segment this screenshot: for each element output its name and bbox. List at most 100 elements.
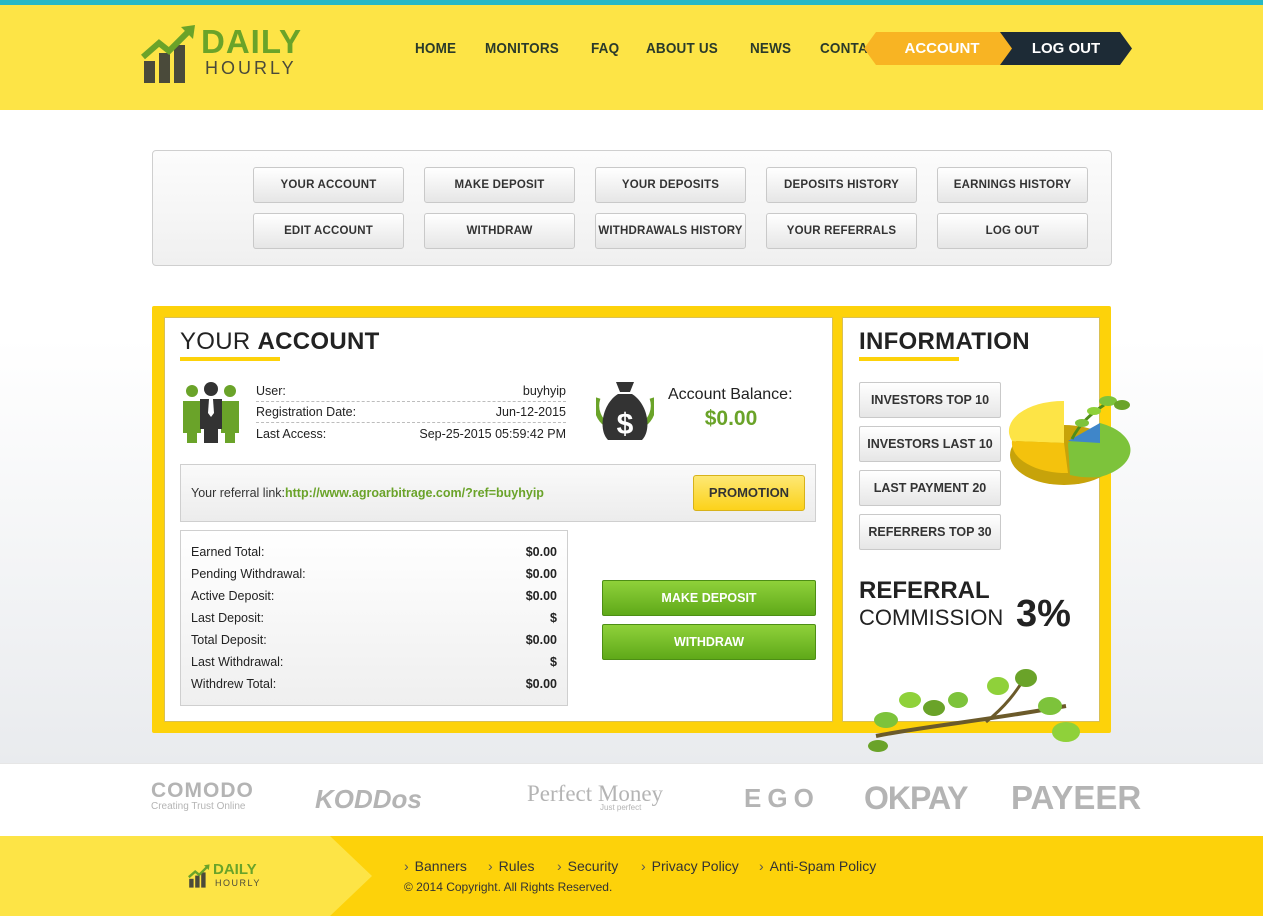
menu-earnings-history-button[interactable]: EARNINGS HISTORY [937,167,1088,203]
chevron-right-icon: › [557,858,562,874]
stat-row: Last Withdrawal: $ [191,655,557,669]
referral-label: Your referral link: [191,486,286,500]
money-bag-icon: $ [596,382,654,441]
main-nav: HOME MONITORS FAQ ABOUT US NEWS CONTACT [415,40,918,57]
account-button[interactable]: ACCOUNT [864,32,1014,65]
comodo-logo: COMODO [151,779,254,802]
footer-link-label: Banners [414,858,467,874]
stat-value: $ [550,655,557,669]
footer-link-label: Rules [498,858,535,874]
last-access-row: Last Access: Sep-25-2015 05:59:42 PM [256,427,566,445]
footer-link-label: Security [567,858,619,874]
logo-text-hourly: HOURLY [205,58,297,78]
referral-link[interactable]: http://www.agroarbitrage.com/?ref=buyhyi… [285,486,544,500]
stat-row: Total Deposit: $0.00 [191,633,557,647]
title-bold: ACCOUNT [257,328,380,355]
menu-make-deposit-button[interactable]: MAKE DEPOSIT [424,167,575,203]
egopay-logo: EGO [744,783,820,813]
footer-logo-hourly: HOURLY [215,878,261,888]
nav-about-us[interactable]: ABOUT US [646,40,718,57]
user-row: User: buyhyip [256,384,566,402]
registration-value: Jun-12-2015 [495,405,566,419]
withdraw-button[interactable]: WITHDRAW [602,624,816,660]
logo-text-daily: DAILY [201,23,302,60]
user-label: User: [256,384,286,398]
stat-label: Last Deposit: [191,611,264,625]
menu-withdrawals-history-button[interactable]: WITHDRAWALS HISTORY [595,213,746,249]
pie-chart-leaves-icon [1008,396,1131,485]
footer-link-rules[interactable]: › Rules [488,858,534,874]
header-logout-button[interactable]: LOG OUT [1000,32,1132,65]
promotion-button[interactable]: PROMOTION [693,475,805,511]
menu-withdraw-button[interactable]: WITHDRAW [424,213,575,249]
menu-your-referrals-button[interactable]: YOUR REFERRALS [766,213,917,249]
user-value: buyhyip [522,384,566,398]
koddos-logo: KODDos [315,784,422,814]
footer-logo-area [0,836,372,916]
perfect-money-tagline: Just perfect [600,803,642,812]
chart-logo-icon [141,25,195,83]
stat-label: Pending Withdrawal: [191,567,306,581]
chevron-right-icon: › [759,858,764,874]
last-access-label: Last Access: [256,427,327,441]
comodo-tagline: Creating Trust Online [151,801,246,812]
copyright: © 2014 Copyright. All Rights Reserved. [404,880,613,894]
make-deposit-button[interactable]: MAKE DEPOSIT [602,580,816,616]
stat-value: $ [550,611,557,625]
stat-row: Active Deposit: $0.00 [191,589,557,603]
stat-row: Pending Withdrawal: $0.00 [191,567,557,581]
nav-home[interactable]: HOME [415,40,456,57]
footer-chart-logo-icon [188,864,210,888]
last-payment-20-button[interactable]: LAST PAYMENT 20 [859,470,1001,506]
stat-label: Total Deposit: [191,633,267,647]
referrers-top-30-button[interactable]: REFERRERS TOP 30 [859,514,1001,550]
stat-row: Earned Total: $0.00 [191,545,557,559]
balance-value: $0.00 [704,407,758,430]
commission-label: COMMISSION [859,605,1004,630]
stat-value: $0.00 [525,633,557,647]
balance-label: Account Balance: [668,386,793,403]
stat-label: Earned Total: [191,545,265,559]
svg-text:$: $ [617,408,634,441]
information-title: INFORMATION [859,328,1030,355]
title-light: YOUR [180,328,251,355]
menu-your-account-button[interactable]: YOUR ACCOUNT [253,167,404,203]
footer-link-banners[interactable]: › Banners [404,858,467,874]
registration-label: Registration Date: [256,405,357,419]
nav-faq[interactable]: FAQ [591,40,619,57]
perfect-money-logo: Perfect Money [527,781,664,806]
investors-top-10-button[interactable]: INVESTORS TOP 10 [859,382,1001,418]
users-icon [183,382,239,443]
stat-row: Withdrew Total: $0.00 [191,677,557,691]
investors-last-10-button[interactable]: INVESTORS LAST 10 [859,426,1001,462]
title-underline [180,357,280,361]
menu-deposits-history-button[interactable]: DEPOSITS HISTORY [766,167,917,203]
referral-title: REFERRAL [859,577,990,604]
information-underline [859,357,959,361]
okpay-logo: OKPAY [864,780,968,816]
menu-your-deposits-button[interactable]: YOUR DEPOSITS [595,167,746,203]
stat-value: $0.00 [525,567,557,581]
your-account-title: YOUR ACCOUNT [180,328,380,356]
footer-logo-daily: DAILY [213,861,257,878]
leaves-decoration-icon [868,669,1080,752]
payeer-logo: PAYEER [1011,779,1142,816]
footer-link-security[interactable]: › Security [557,858,618,874]
footer-link-label: Anti-Spam Policy [769,858,877,874]
footer-link-anti-spam-policy[interactable]: › Anti-Spam Policy [759,858,876,874]
stat-label: Last Withdrawal: [191,655,284,669]
stat-label: Withdrew Total: [191,677,277,691]
footer-logo[interactable]: DAILY HOURLY [188,861,268,891]
footer-link-privacy-policy[interactable]: › Privacy Policy [641,858,739,874]
stat-row: Last Deposit: $ [191,611,557,625]
menu-edit-account-button[interactable]: EDIT ACCOUNT [253,213,404,249]
chevron-right-icon: › [488,858,493,874]
site-logo[interactable]: DAILY HOURLY [141,23,311,85]
stat-value: $0.00 [525,677,557,691]
chevron-right-icon: › [641,858,646,874]
menu-log-out-button[interactable]: LOG OUT [937,213,1088,249]
nav-news[interactable]: NEWS [750,40,791,57]
stat-label: Active Deposit: [191,589,275,603]
last-access-value: Sep-25-2015 05:59:42 PM [419,427,566,441]
nav-monitors[interactable]: MONITORS [485,40,559,57]
